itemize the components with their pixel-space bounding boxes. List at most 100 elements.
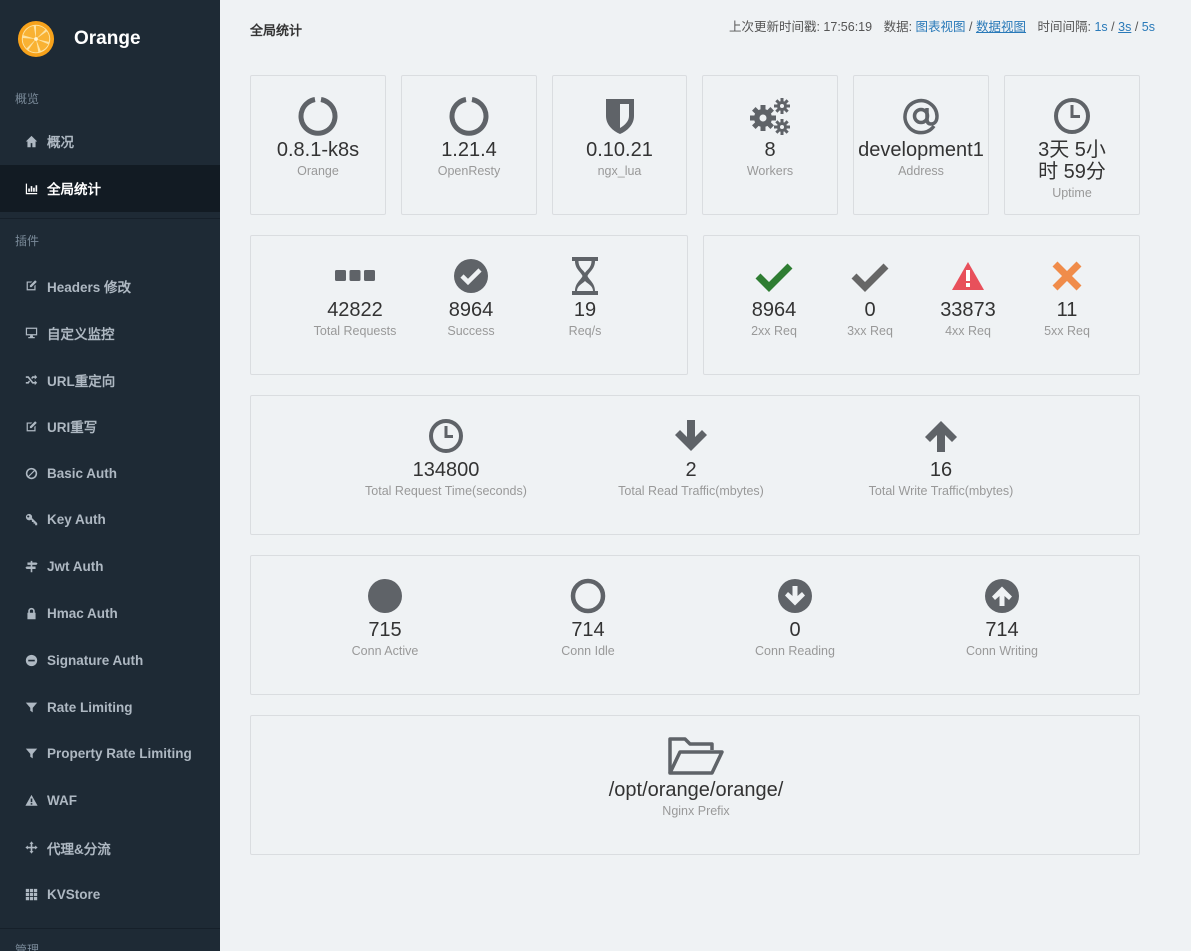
traffic-card: 134800 Total Request Time(seconds) 2 Tot… <box>250 395 1140 535</box>
conn-reading-label: Conn Reading <box>755 644 835 658</box>
folder-open-icon <box>541 736 851 776</box>
stat-read-traffic: 2 Total Read Traffic(mbytes) <box>586 416 796 499</box>
circle-icon <box>325 576 445 616</box>
interval-label: 时间间隔: <box>1037 20 1091 34</box>
stat-orange: 0.8.1-k8s Orange <box>251 96 385 179</box>
lock-icon <box>24 607 38 621</box>
nginx-prefix-value: /opt/orange/orange/ <box>608 779 784 801</box>
shuffle-icon <box>24 373 38 387</box>
interval-5s-link[interactable]: 5s <box>1142 20 1155 34</box>
sidebar-item-property-rate-limiting[interactable]: Property Rate Limiting <box>0 731 220 778</box>
stat-write-traffic: 16 Total Write Traffic(mbytes) <box>836 416 1046 499</box>
bar-chart-icon <box>24 181 38 195</box>
orange-version-card: 0.8.1-k8s Orange <box>250 75 386 215</box>
stat-conn-reading: 0 Conn Reading <box>735 576 855 659</box>
sidebar: Orange 概览 概况 全局统计 插件 Headers 修改 自定义监控 UR… <box>0 0 220 951</box>
sidebar-item-label: Jwt Auth <box>47 559 104 575</box>
stat-request-time: 134800 Total Request Time(seconds) <box>341 416 551 499</box>
stat-address: development1 Address <box>854 96 988 179</box>
sidebar-item-basic-auth[interactable]: Basic Auth <box>0 450 220 497</box>
sidebar-item-global-stats[interactable]: 全局统计 <box>0 164 220 212</box>
ellipsis-icon <box>291 256 419 296</box>
write-traffic-value: 16 <box>929 459 953 481</box>
stat-req-per-sec: 19 Req/s <box>521 256 649 339</box>
stat-success: 8964 Success <box>407 256 535 339</box>
edit-icon <box>24 279 38 293</box>
status-5xx-value: 11 <box>1056 299 1078 321</box>
sidebar-item-custom-monitor[interactable]: 自定义监控 <box>0 309 220 356</box>
grid-icon <box>24 887 38 901</box>
clock-icon <box>341 416 551 456</box>
sidebar-item-label: Property Rate Limiting <box>47 746 192 762</box>
orange-version-label: Orange <box>297 164 339 178</box>
sidebar-item-jwt-auth[interactable]: Jwt Auth <box>0 543 220 590</box>
page-title: 全局统计 <box>250 23 303 38</box>
stat-conn-writing: 714 Conn Writing <box>942 576 1062 659</box>
filter-icon <box>24 747 38 761</box>
sidebar-item-hmac-auth[interactable]: Hmac Auth <box>0 590 220 637</box>
sidebar-item-url-redirect[interactable]: URL重定向 <box>0 356 220 403</box>
stat-ngx-lua: 0.10.21 ngx_lua <box>553 96 686 179</box>
stat-5xx: 11 5xx Req <box>1017 256 1117 339</box>
status-3xx-value: 0 <box>864 299 876 321</box>
sidebar-item-kvstore[interactable]: KVStore <box>0 871 220 918</box>
main-content: 全局统计 上次更新时间戳: 17:56:19 数据: 图表视图 / 数据视图 时… <box>220 0 1191 951</box>
req-per-sec-value: 19 <box>573 299 597 321</box>
openresty-version-label: OpenResty <box>437 164 501 178</box>
uptime-value-line2: 时 59分 <box>1038 161 1106 183</box>
total-requests-value: 42822 <box>327 299 383 321</box>
sidebar-item-proxy-divide[interactable]: 代理&分流 <box>0 824 220 871</box>
openresty-version-card: 1.21.4 OpenResty <box>401 75 537 215</box>
status-codes-card: 8964 2xx Req 0 3xx Req 33873 4xx Req 11 … <box>703 235 1140 375</box>
data-view-link[interactable]: 数据视图 <box>976 20 1026 34</box>
conn-idle-value: 714 <box>571 619 605 641</box>
uptime-card: 3天 5小 时 59分 Uptime <box>1004 75 1140 215</box>
sidebar-item-label: 代理&分流 <box>47 841 111 857</box>
orange-version-value: 0.8.1-k8s <box>276 139 360 161</box>
last-update-label: 上次更新时间戳: <box>728 20 820 34</box>
ban-icon <box>24 466 38 480</box>
conn-active-value: 715 <box>368 619 402 641</box>
brand[interactable]: Orange <box>0 0 220 78</box>
uptime-value-line1: 3天 5小 <box>1038 139 1106 161</box>
interval-1s-link[interactable]: 1s <box>1094 20 1107 34</box>
app-name: Orange <box>74 28 141 49</box>
interval-3s-link[interactable]: 3s <box>1118 20 1131 34</box>
sidebar-item-label: WAF <box>47 793 77 809</box>
sidebar-item-signature-auth[interactable]: Signature Auth <box>0 637 220 684</box>
warning-icon <box>918 256 1018 296</box>
ngx-lua-version-value: 0.10.21 <box>586 139 653 161</box>
requests-card: 42822 Total Requests 8964 Success 19 Req… <box>250 235 688 375</box>
circle-notch-icon <box>251 96 385 136</box>
success-value: 8964 <box>448 299 494 321</box>
stat-3xx: 0 3xx Req <box>820 256 920 339</box>
check-icon <box>724 256 824 296</box>
orange-logo-icon <box>17 20 55 58</box>
minus-circle-icon <box>24 653 38 667</box>
hourglass-icon <box>521 256 649 296</box>
read-traffic-label: Total Read Traffic(mbytes) <box>618 484 764 498</box>
request-time-value: 134800 <box>412 459 480 481</box>
sidebar-item-label: 自定义监控 <box>47 326 115 342</box>
conn-idle-label: Conn Idle <box>561 644 615 658</box>
arrow-up-icon <box>836 416 1046 456</box>
connections-card: 715 Conn Active 714 Conn Idle 0 Conn Rea… <box>250 555 1140 695</box>
request-time-label: Total Request Time(seconds) <box>365 484 527 498</box>
chart-view-link[interactable]: 图表视图 <box>916 20 966 34</box>
sidebar-item-overview[interactable]: 概况 <box>0 118 220 165</box>
sidebar-item-key-auth[interactable]: Key Auth <box>0 497 220 544</box>
arrow-down-icon <box>586 416 796 456</box>
section-title-plugins: 插件 <box>15 233 40 248</box>
sidebar-item-waf[interactable]: WAF <box>0 777 220 824</box>
edit-icon <box>24 419 38 433</box>
stat-4xx: 33873 4xx Req <box>918 256 1018 339</box>
workers-value: 8 <box>764 139 776 161</box>
sidebar-item-headers[interactable]: Headers 修改 <box>0 263 220 310</box>
sidebar-item-label: Hmac Auth <box>47 606 118 622</box>
read-traffic-value: 2 <box>685 459 697 481</box>
stat-total-requests: 42822 Total Requests <box>291 256 419 339</box>
sidebar-item-uri-rewrite[interactable]: URI重写 <box>0 403 220 450</box>
shield-icon <box>553 96 686 136</box>
stat-conn-idle: 714 Conn Idle <box>528 576 648 659</box>
sidebar-item-rate-limiting[interactable]: Rate Limiting <box>0 684 220 731</box>
